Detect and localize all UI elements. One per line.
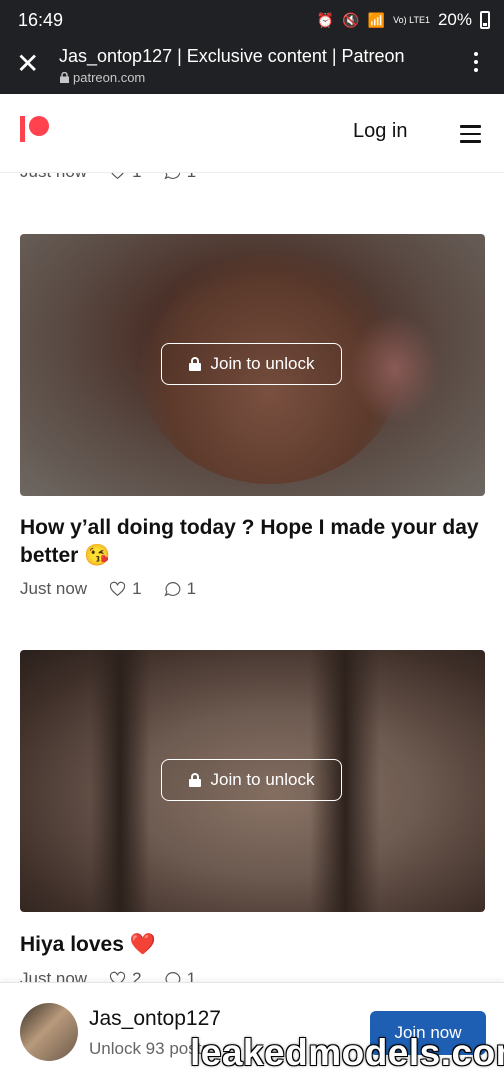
close-icon[interactable]: ✕	[16, 50, 39, 78]
login-link[interactable]: Log in	[353, 120, 408, 143]
network-label: Vo) LTE1	[393, 14, 430, 25]
status-bar: 16:49 ⏰ 🔇 📶 Vo) LTE1 20%	[0, 0, 504, 40]
join-to-unlock-label: Join to unlock	[210, 770, 315, 789]
creator-avatar[interactable]	[20, 1003, 78, 1061]
patreon-logo[interactable]	[20, 116, 50, 142]
post-title[interactable]: Hiya loves ❤️	[20, 931, 490, 959]
post-meta: Just now 1 1	[20, 579, 196, 599]
battery-icon	[480, 11, 490, 29]
post-title[interactable]: How y’all doing today ? Hope I made your…	[20, 514, 490, 570]
like-count: 1	[132, 579, 142, 598]
locked-post-image[interactable]: Join to unlock	[20, 234, 485, 496]
post-time: Just now	[20, 579, 88, 598]
join-to-unlock-button[interactable]: Join to unlock	[161, 759, 342, 801]
lock-icon	[60, 72, 69, 83]
alarm-icon: ⏰	[316, 11, 335, 28]
battery-text: 20%	[437, 10, 472, 29]
mute-icon: 🔇	[342, 11, 360, 28]
heart-icon[interactable]	[109, 581, 126, 597]
comment-count: 1	[186, 579, 197, 598]
status-icons: ⏰ 🔇 📶 Vo) LTE1 20%	[317, 10, 490, 30]
join-to-unlock-label: Join to unlock	[210, 354, 315, 373]
locked-post-image[interactable]: Join to unlock	[20, 650, 485, 912]
watermark: leakedmodels.com	[190, 1032, 504, 1073]
browser-page-title: Jas_ontop127 | Exclusive content | Patre…	[59, 46, 405, 66]
browser-url[interactable]: patreon.com	[60, 70, 145, 85]
more-options-icon[interactable]	[474, 52, 478, 76]
browser-url-text: patreon.com	[73, 70, 146, 85]
status-time: 16:49	[18, 10, 64, 30]
lock-icon	[188, 773, 201, 787]
menu-icon[interactable]	[460, 125, 481, 148]
patreon-header: Log in	[0, 94, 504, 173]
lock-icon	[188, 357, 201, 371]
creator-name[interactable]: Jas_ontop127	[89, 1007, 221, 1031]
join-to-unlock-button[interactable]: Join to unlock	[161, 343, 342, 385]
comment-icon[interactable]	[163, 581, 181, 597]
browser-bar: ✕ Jas_ontop127 | Exclusive content | Pat…	[0, 40, 504, 94]
wifi-icon: 📶	[367, 11, 386, 28]
